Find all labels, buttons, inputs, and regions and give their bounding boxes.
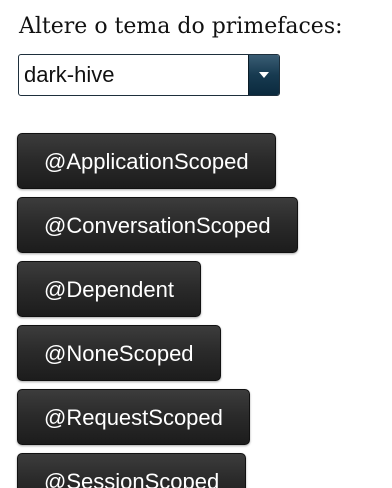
theme-select-trigger[interactable]	[248, 55, 279, 95]
dependent-button[interactable]: @Dependent	[17, 261, 201, 317]
theme-label: Altere o tema do primefaces:	[19, 14, 343, 39]
session-scoped-button[interactable]: @SessionScoped	[17, 453, 247, 488]
theme-select-value: dark-hive	[24, 62, 115, 87]
conversation-scoped-button[interactable]: @ConversationScoped	[17, 197, 298, 253]
theme-select[interactable]: dark-hive	[18, 54, 280, 96]
none-scoped-button[interactable]: @NoneScoped	[17, 325, 221, 381]
page: Altere o tema do primefaces: dark-hive @…	[0, 0, 392, 488]
chevron-down-icon	[259, 72, 269, 78]
request-scoped-button[interactable]: @RequestScoped	[17, 389, 250, 445]
application-scoped-button[interactable]: @ApplicationScoped	[17, 133, 276, 189]
